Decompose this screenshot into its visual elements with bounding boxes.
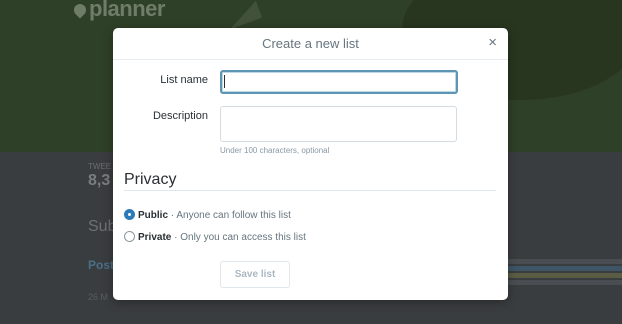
private-label: Private: [138, 232, 172, 243]
privacy-heading: Privacy: [124, 171, 177, 188]
private-radio[interactable]: [124, 231, 135, 242]
close-icon[interactable]: ×: [488, 34, 497, 52]
description-label: Description: [152, 110, 208, 122]
privacy-option-public[interactable]: Public · Anyone can follow this list: [124, 209, 291, 221]
private-description: · Only you can access this list: [171, 232, 306, 243]
description-input[interactable]: [220, 106, 457, 142]
privacy-option-private[interactable]: Private · Only you can access this list: [124, 231, 306, 243]
text-caret: [224, 75, 225, 88]
public-radio[interactable]: [124, 209, 135, 220]
dialog-header: Create a new list ×: [113, 28, 508, 60]
section-divider: [124, 190, 496, 191]
public-label: Public: [138, 210, 169, 221]
list-name-input[interactable]: [220, 70, 458, 94]
list-name-label: List name: [160, 74, 208, 86]
create-list-dialog: Create a new list × List name Descriptio…: [113, 28, 508, 300]
save-list-button[interactable]: Save list: [220, 261, 290, 288]
dialog-title: Create a new list: [262, 36, 359, 51]
public-description: · Anyone can follow this list: [168, 210, 291, 221]
description-hint: Under 100 characters, optional: [220, 146, 330, 155]
